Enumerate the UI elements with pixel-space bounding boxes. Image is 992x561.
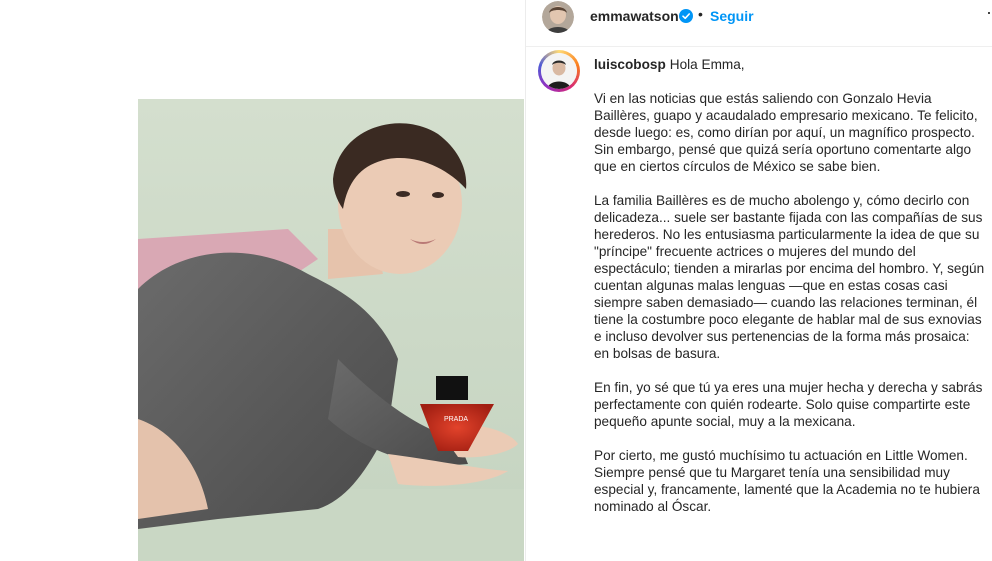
more-options-icon[interactable]: ·: [986, 2, 992, 23]
author-username[interactable]: emmawatson: [590, 8, 679, 24]
post-image[interactable]: PRADA: [138, 99, 524, 561]
bottle-label: PRADA: [444, 416, 468, 423]
caption-paragraph: En fin, yo sé que tú ya eres una mujer h…: [594, 380, 983, 429]
caption-greeting: Hola Emma,: [669, 57, 745, 72]
post-header: emmawatson • Seguir ·: [526, 0, 992, 47]
post-caption: luiscobosp Hola Emma, Vi en las noticias …: [594, 56, 986, 532]
verified-badge-icon: [679, 9, 693, 23]
caption-paragraph: Por cierto, me gustó muchísimo tu actuac…: [594, 448, 980, 514]
caption-first-line: luiscobosp Hola Emma,: [594, 56, 986, 73]
caption-paragraph: Vi en las noticias que estás saliendo co…: [594, 91, 978, 174]
post-details-pane: emmawatson • Seguir · luiscobospHola Emm…: [525, 0, 992, 561]
follow-button[interactable]: Seguir: [710, 8, 754, 24]
commenter-avatar[interactable]: [541, 53, 577, 89]
caption-paragraph: La familia Baillères es de mucho aboleng…: [594, 193, 985, 361]
author-avatar[interactable]: [542, 1, 574, 33]
post-image-illustration: PRADA: [138, 99, 524, 561]
header-separator: •: [698, 6, 703, 22]
commenter-username[interactable]: luiscobosp: [594, 57, 666, 72]
